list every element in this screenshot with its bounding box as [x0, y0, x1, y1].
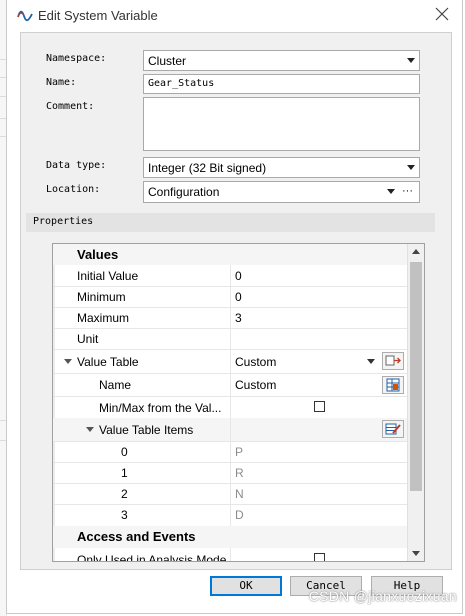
column-divider: [230, 548, 231, 561]
name-value: Gear_Status: [148, 78, 215, 89]
title-bar[interactable]: Edit System Variable: [7, 0, 462, 32]
item-value: N: [235, 487, 244, 501]
properties-title: Properties: [33, 216, 94, 227]
comment-label: Comment:: [46, 101, 95, 112]
edit-list-icon: [385, 423, 401, 435]
location-value: Configuration: [148, 185, 220, 199]
watermark-text: CSDN @jianxuezixuan: [308, 588, 457, 604]
property-label: Minimum: [77, 290, 126, 304]
item-value: D: [235, 508, 244, 522]
location-select[interactable]: Configuration ···: [143, 181, 420, 203]
location-label: Location:: [46, 184, 101, 195]
property-label: Name: [99, 378, 132, 392]
item-value: P: [235, 445, 244, 459]
property-label: Value Table Items: [99, 423, 194, 437]
datatype-label: Data type:: [46, 160, 107, 171]
column-divider: [230, 307, 231, 328]
property-label: Value Table: [77, 355, 139, 369]
property-row-value-table-items[interactable]: Value Table Items: [53, 418, 408, 442]
chevron-down-icon[interactable]: [86, 427, 94, 432]
property-label: Min/Max from the Val...: [99, 401, 222, 415]
property-label: Only Used in Analysis Mode: [77, 553, 227, 562]
datatype-select[interactable]: Integer (32 Bit signed): [143, 157, 420, 178]
datatype-value: Integer (32 Bit signed): [148, 161, 267, 175]
comment-field[interactable]: [143, 97, 420, 151]
category-values[interactable]: Values: [53, 244, 408, 265]
scroll-up-icon[interactable]: [412, 249, 420, 254]
namespace-select[interactable]: Cluster: [143, 50, 420, 71]
namespace-value: Cluster: [148, 54, 187, 68]
property-value[interactable]: 0: [235, 269, 242, 283]
item-value: R: [235, 466, 244, 480]
column-divider: [230, 265, 231, 286]
category-access-events[interactable]: Access and Events: [53, 526, 408, 548]
property-row-vt-name[interactable]: Name Custom: [53, 373, 408, 397]
property-label: Unit: [77, 332, 99, 346]
properties-header: Properties: [26, 213, 435, 232]
name-label: Name:: [46, 77, 77, 88]
value-table-list-button[interactable]: [382, 376, 404, 394]
value-table-item[interactable]: 2 N: [53, 483, 408, 505]
category-label: Values: [77, 247, 119, 262]
column-divider: [230, 441, 231, 462]
column-divider: [230, 396, 231, 418]
column-divider: [230, 286, 231, 307]
wave-icon: [17, 10, 33, 22]
property-value[interactable]: Custom: [235, 378, 276, 392]
value-table-edit-button[interactable]: [382, 352, 404, 370]
close-icon[interactable]: [434, 6, 450, 22]
column-divider: [230, 504, 231, 526]
table-arrow-icon: [385, 355, 401, 366]
edit-system-variable-dialog: Edit System Variable Namespace: Name: Co…: [6, 0, 463, 614]
location-browse-button[interactable]: ···: [402, 182, 413, 200]
value-table-items-edit-button[interactable]: [382, 420, 404, 438]
property-row-minmax[interactable]: Min/Max from the Val...: [53, 396, 408, 419]
column-divider: [230, 373, 231, 396]
value-table-item[interactable]: 0 P: [53, 441, 408, 463]
property-grid[interactable]: Values Initial Value 0 Minimum 0 Maximum…: [52, 243, 425, 562]
property-row-analysis-mode[interactable]: Only Used in Analysis Mode: [53, 548, 408, 562]
value-table-item[interactable]: 1 R: [53, 462, 408, 484]
analysis-mode-checkbox[interactable]: [314, 553, 325, 561]
item-key: 2: [121, 487, 128, 501]
chevron-down-icon[interactable]: [367, 359, 375, 364]
property-value[interactable]: 0: [235, 290, 242, 304]
property-row-minimum[interactable]: Minimum 0: [53, 286, 408, 308]
chevron-down-icon[interactable]: [387, 189, 395, 194]
name-field[interactable]: Gear_Status: [143, 74, 420, 94]
value-table-item[interactable]: 3 D: [53, 504, 408, 527]
item-key: 1: [121, 466, 128, 480]
column-divider: [230, 462, 231, 483]
namespace-label: Namespace:: [46, 53, 107, 64]
value-table-select[interactable]: Custom: [235, 355, 276, 369]
column-divider: [230, 349, 231, 373]
dialog-title: Edit System Variable: [38, 8, 158, 23]
item-key: 3: [121, 508, 128, 522]
property-row-unit[interactable]: Unit: [53, 328, 408, 350]
chevron-down-icon[interactable]: [407, 165, 415, 170]
column-divider: [230, 418, 231, 441]
column-divider: [230, 483, 231, 504]
column-divider: [230, 328, 231, 349]
minmax-checkbox[interactable]: [314, 401, 325, 412]
property-row-maximum[interactable]: Maximum 3: [53, 307, 408, 329]
vertical-scrollbar[interactable]: [407, 244, 424, 561]
property-label: Maximum: [77, 311, 130, 325]
property-row-value-table[interactable]: Value Table Custom: [53, 349, 408, 374]
item-key: 0: [121, 445, 128, 459]
category-label: Access and Events: [77, 529, 196, 544]
table-list-icon: [386, 378, 400, 392]
property-label: Initial Value: [77, 269, 139, 283]
property-value[interactable]: 3: [235, 311, 242, 325]
scrollbar-thumb[interactable]: [410, 262, 422, 491]
chevron-down-icon[interactable]: [407, 58, 415, 63]
property-row-initial-value[interactable]: Initial Value 0: [53, 265, 408, 287]
scroll-down-icon[interactable]: [412, 551, 420, 556]
chevron-down-icon[interactable]: [64, 359, 72, 364]
ok-button[interactable]: OK: [210, 576, 282, 596]
